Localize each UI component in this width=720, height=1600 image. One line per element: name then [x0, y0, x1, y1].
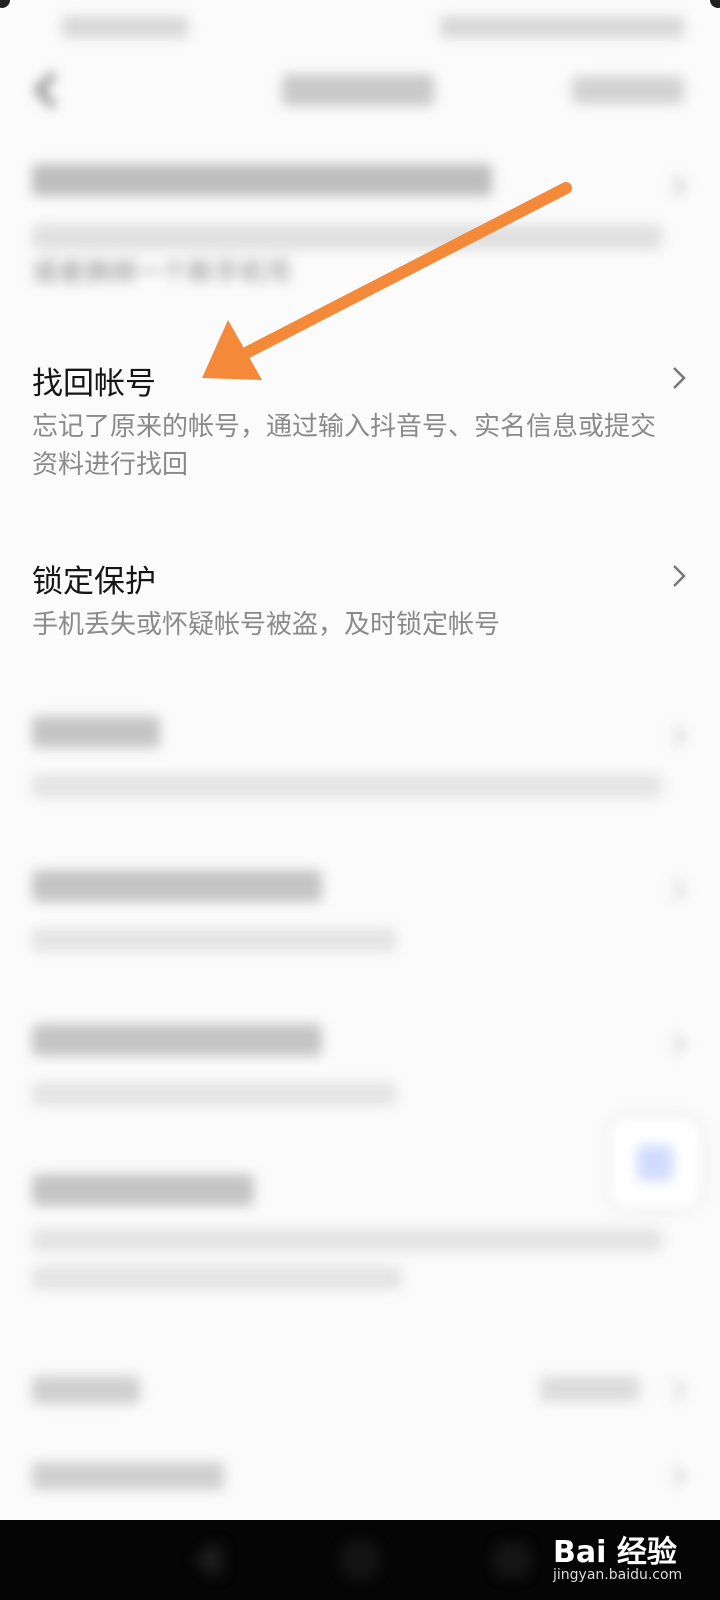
- chevron-right-icon: [672, 564, 686, 588]
- item-desc-block: [32, 1266, 402, 1290]
- baidu-watermark: Bai 经验 jingyan.baidu.com: [553, 1527, 703, 1591]
- list-item[interactable]: [0, 1016, 720, 1126]
- watermark-sub: jingyan.baidu.com: [553, 1567, 683, 1583]
- list-item[interactable]: 或者换绑一个新手机号: [0, 150, 720, 300]
- chevron-right-icon: [672, 174, 686, 198]
- float-icon: [637, 1145, 673, 1181]
- page-header: [0, 60, 720, 120]
- item-desc-block: [32, 224, 662, 250]
- item-desc: 手机丢失或怀疑帐号被盗，及时锁定帐号: [32, 610, 501, 640]
- nav-back-icon[interactable]: [190, 1542, 226, 1578]
- list-item-recover-account[interactable]: 找回帐号 忘记了原来的帐号，通过输入抖音号、实名信息或提交资料进行找回: [0, 350, 720, 500]
- item-title-block: [32, 1174, 254, 1206]
- watermark-main: Bai 经验: [553, 1535, 677, 1570]
- nav-recent-icon[interactable]: [494, 1542, 530, 1578]
- back-icon[interactable]: [34, 72, 58, 108]
- row-value-block: [540, 1376, 640, 1402]
- chevron-right-icon: [672, 1464, 686, 1488]
- item-title: 锁定保护: [32, 564, 156, 600]
- item-desc: 忘记了原来的帐号，通过输入抖音号、实名信息或提交资料进行找回: [32, 412, 657, 480]
- item-desc: 或者换绑一个新手机号: [32, 258, 293, 288]
- item-desc-block: [32, 1228, 662, 1252]
- chevron-right-icon: [672, 1032, 686, 1056]
- item-desc-block: [32, 928, 396, 952]
- item-title-block: [32, 1024, 322, 1056]
- list-item-lock-protection[interactable]: 锁定保护 手机丢失或怀疑帐号被盗，及时锁定帐号: [0, 548, 720, 658]
- chevron-right-icon: [672, 1378, 686, 1402]
- chevron-right-icon: [672, 878, 686, 902]
- status-left-icons: [62, 16, 188, 38]
- list-item[interactable]: [0, 708, 720, 818]
- page-title-block: [282, 74, 434, 106]
- row-title-block: [32, 1376, 140, 1404]
- chevron-right-icon: [672, 724, 686, 748]
- item-desc-block: [32, 774, 662, 798]
- list-item[interactable]: [0, 862, 720, 972]
- chevron-right-icon: [672, 366, 686, 390]
- floating-button[interactable]: [610, 1118, 700, 1208]
- row-title-block: [32, 1462, 224, 1490]
- status-right-icons: [440, 16, 684, 38]
- item-title: 找回帐号: [32, 366, 156, 402]
- status-bar: [0, 0, 720, 50]
- nav-home-icon[interactable]: [342, 1542, 378, 1578]
- header-action-block[interactable]: [572, 76, 684, 104]
- item-title-block: [32, 716, 160, 748]
- item-title-block: [32, 870, 322, 902]
- item-desc-block: [32, 1082, 396, 1106]
- settings-row[interactable]: [0, 1456, 720, 1516]
- item-title-block: [32, 164, 492, 196]
- settings-row[interactable]: [0, 1370, 720, 1430]
